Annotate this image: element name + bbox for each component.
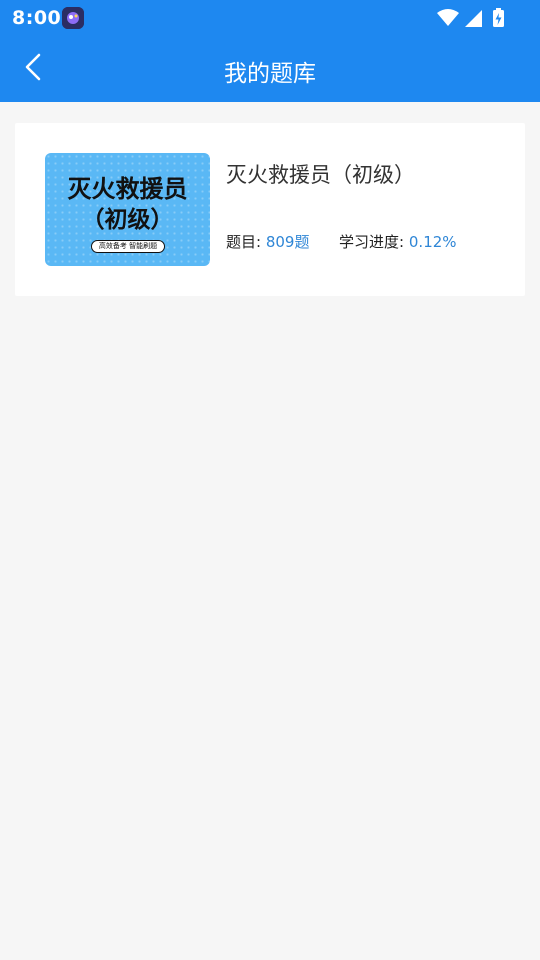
wifi-icon	[437, 9, 459, 26]
question-bank-meta: 题目: 809题 学习进度: 0.12%	[226, 231, 457, 252]
question-bank-cover-image: 灭火救援员 （初级） 高效备考 智能刷题	[45, 153, 210, 266]
cellular-signal-icon	[465, 10, 482, 27]
progress-label: 学习进度:	[339, 233, 405, 251]
question-bank-card[interactable]: 灭火救援员 （初级） 高效备考 智能刷题 灭火救援员（初级） 题目: 809题 …	[15, 123, 525, 296]
page-title: 我的题库	[224, 61, 316, 87]
status-time: 8:00	[12, 7, 62, 29]
cover-tagline: 高效备考 智能刷题	[91, 240, 165, 253]
progress-value: 0.12%	[408, 233, 457, 251]
battery-charging-icon	[493, 8, 504, 27]
app-notification-icon	[62, 7, 84, 29]
question-bank-title: 灭火救援员（初级）	[226, 163, 415, 187]
cover-title-line2: （初级）	[81, 207, 174, 233]
app-header: 我的题库	[0, 36, 540, 102]
status-icons	[436, 7, 528, 29]
status-bar: 8:00	[0, 0, 540, 36]
question-count-value: 809题	[265, 233, 310, 251]
question-count-label: 题目:	[226, 233, 262, 251]
cover-title-line1: 灭火救援员	[67, 175, 188, 203]
